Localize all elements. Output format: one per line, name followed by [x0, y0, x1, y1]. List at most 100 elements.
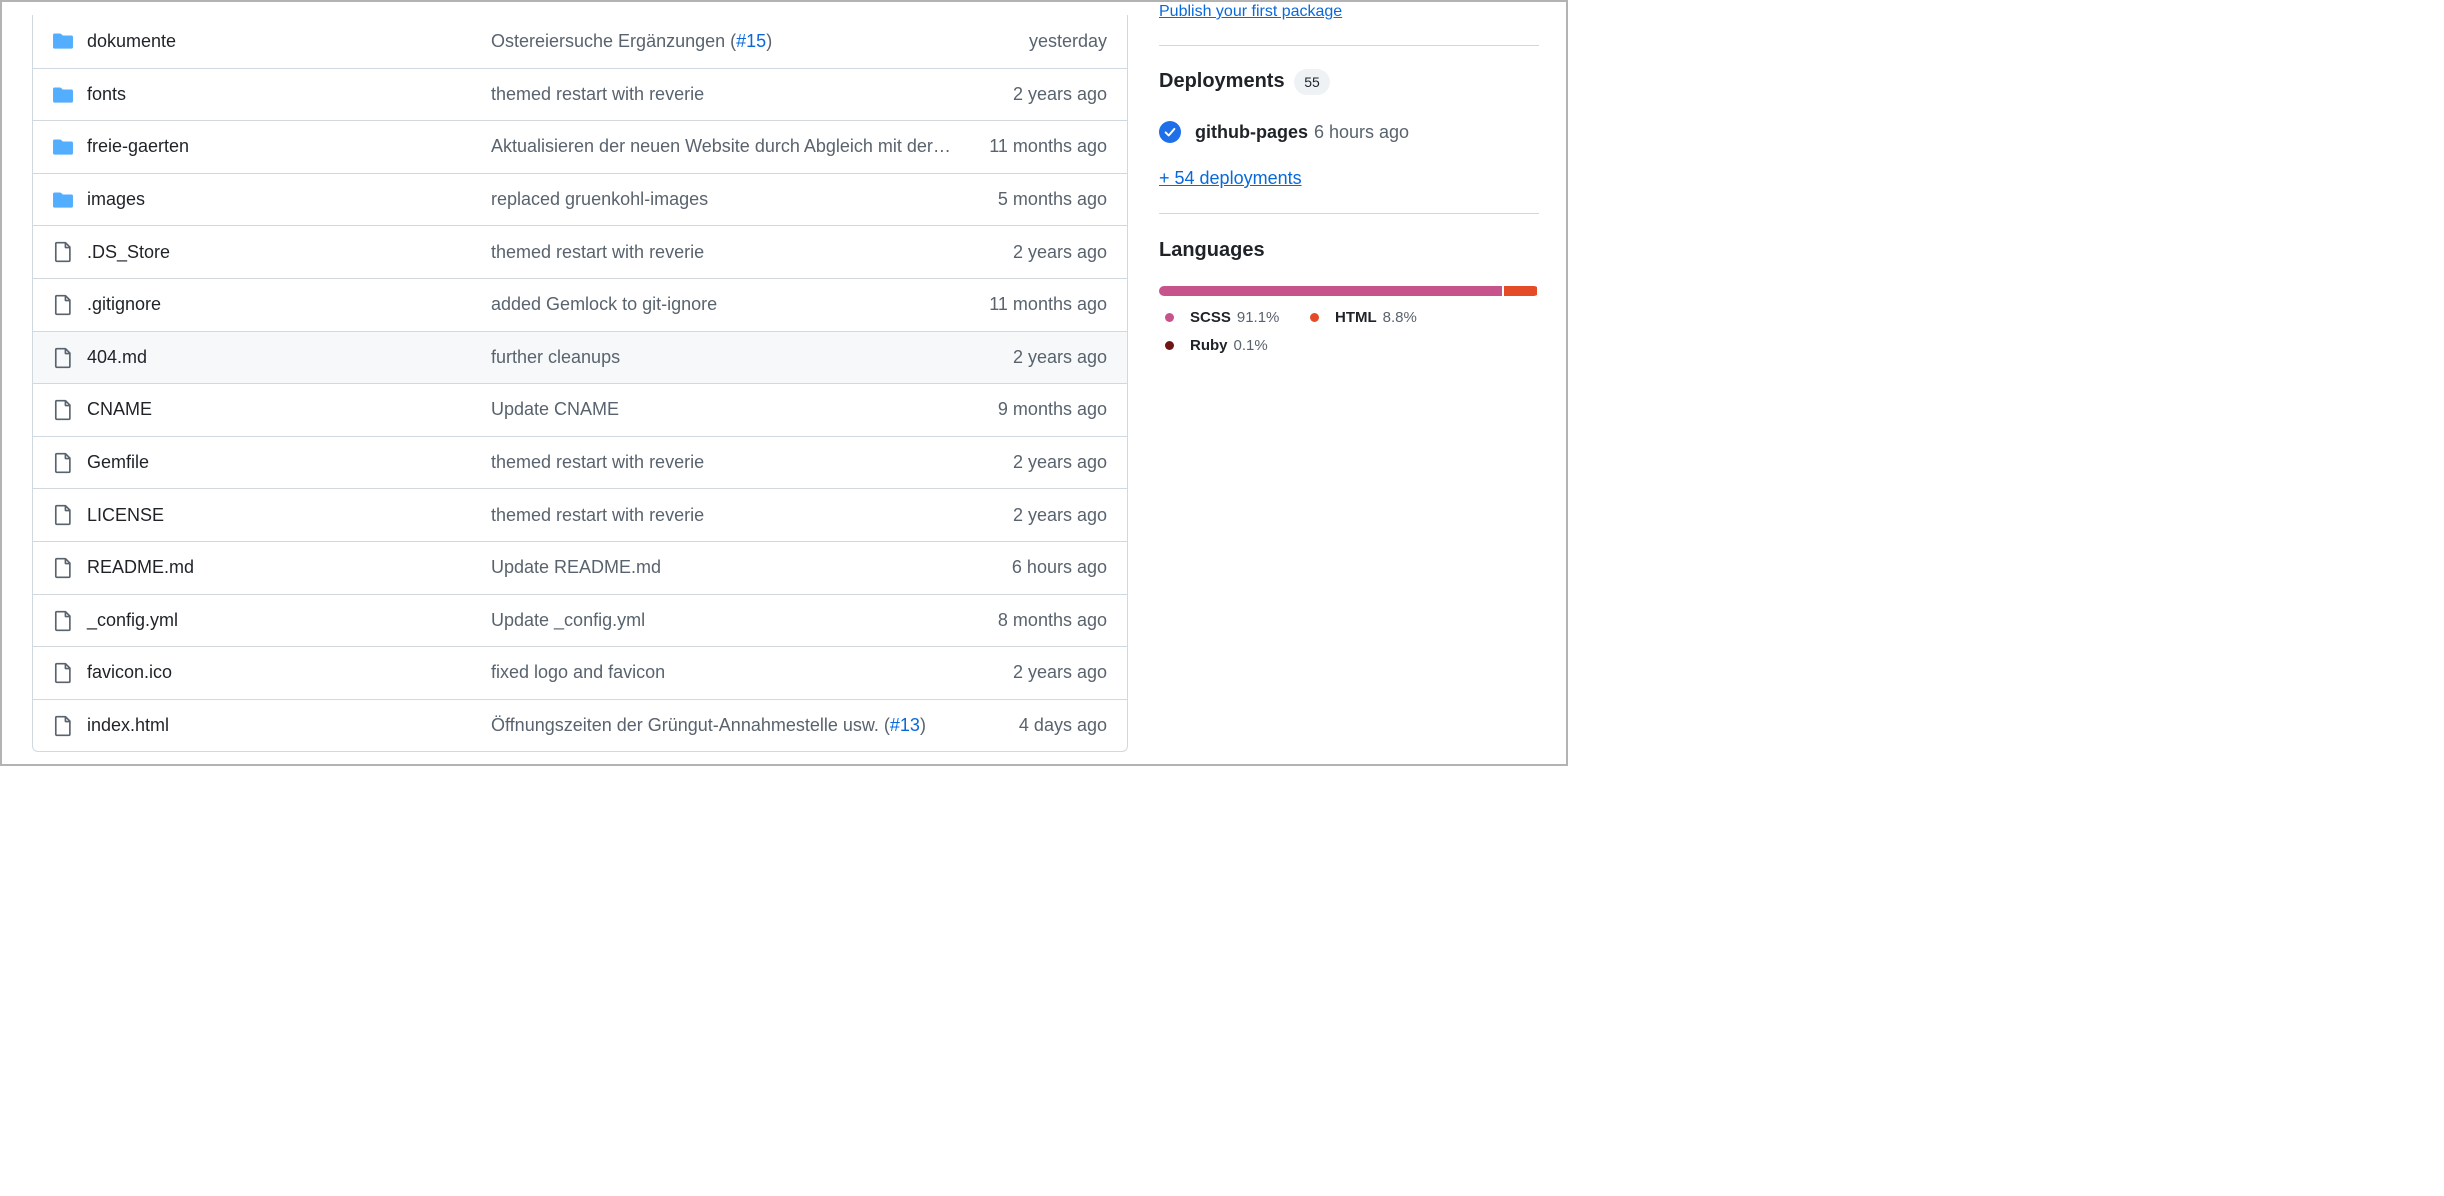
file-row[interactable]: .DS_Store themed restart with reverie 2 ye…	[33, 225, 1127, 278]
file-icon	[52, 399, 74, 421]
commit-message-text: Aktualisieren der neuen Website durch Ab…	[491, 136, 953, 157]
file-row[interactable]: freie-gaerten Aktualisieren der neuen Web…	[33, 120, 1127, 173]
commit-message-link[interactable]: Aktualisieren der neuen Website durch Ab…	[491, 136, 953, 157]
commit-age[interactable]: 9 months ago	[998, 399, 1107, 420]
commit-message-text: themed restart with reverie	[491, 504, 705, 525]
commit-age[interactable]: 8 months ago	[998, 610, 1107, 631]
file-name-link[interactable]: CNAME	[87, 399, 152, 420]
commit-message-link[interactable]: themed restart with reverie	[491, 84, 953, 105]
commit-message-text: replaced gruenkohl-images	[491, 189, 709, 210]
file-name-link[interactable]: index.html	[87, 715, 169, 736]
file-row[interactable]: dokumente Ostereiersuche Ergänzungen (#15…	[33, 15, 1127, 68]
folder-name-link[interactable]: fonts	[87, 84, 126, 105]
commit-age[interactable]: 4 days ago	[1019, 715, 1107, 736]
commit-age[interactable]: yesterday	[1029, 31, 1107, 52]
commit-age[interactable]: 11 months ago	[989, 294, 1107, 315]
folder-icon	[52, 136, 74, 158]
file-name-link[interactable]: README.md	[87, 557, 194, 578]
folder-name-link[interactable]: dokumente	[87, 31, 176, 52]
language-item-html[interactable]: HTML 8.8%	[1310, 309, 1417, 326]
deployment-item[interactable]: github-pages 6 hours ago	[1159, 120, 1409, 144]
divider	[1159, 45, 1539, 46]
scss-color-dot	[1165, 313, 1174, 322]
file-row[interactable]: favicon.ico fixed logo and favicon 2 years…	[33, 646, 1127, 699]
commit-age[interactable]: 6 hours ago	[1012, 557, 1107, 578]
commit-message-text: Update CNAME	[491, 399, 620, 420]
commit-message-text: added Gemlock to git-ignore	[491, 294, 718, 315]
check-circle-icon	[1159, 121, 1181, 143]
file-name-link[interactable]: _config.yml	[87, 610, 178, 631]
commit-age[interactable]: 2 years ago	[1013, 84, 1107, 105]
folder-icon	[52, 189, 74, 211]
commit-age[interactable]: 5 months ago	[998, 189, 1107, 210]
file-row[interactable]: Gemfile themed restart with reverie 2 year…	[33, 435, 1127, 489]
file-name-link[interactable]: .DS_Store	[87, 242, 170, 263]
commit-age[interactable]: 11 months ago	[989, 136, 1107, 157]
file-name-link[interactable]: 404.md	[87, 347, 147, 368]
commit-message-link[interactable]: themed restart with reverie	[491, 452, 953, 473]
file-row[interactable]: LICENSE themed restart with reverie 2 year…	[33, 488, 1127, 541]
commit-message-link[interactable]: replaced gruenkohl-images	[491, 189, 953, 210]
commit-age[interactable]: 2 years ago	[1013, 505, 1107, 526]
commit-message-link[interactable]: Update _config.yml	[491, 610, 953, 631]
folder-name-link[interactable]: images	[87, 189, 145, 210]
deployments-heading[interactable]: Deployments	[1159, 70, 1285, 93]
commit-message-link[interactable]: Update README.md	[491, 557, 953, 578]
language-bar-segment-html[interactable]	[1503, 286, 1537, 296]
commit-message-text: Ostereiersuche Ergänzungen (	[491, 30, 737, 51]
commit-message-text: further cleanups	[491, 346, 621, 367]
file-icon	[52, 347, 74, 369]
commit-message-text: Update _config.yml	[491, 609, 646, 630]
file-row[interactable]: index.html Öffnungszeiten der Grüngut-Ann…	[33, 698, 1127, 751]
language-item-ruby[interactable]: Ruby 0.1%	[1165, 337, 1268, 354]
file-row[interactable]: README.md Update README.md 6 hours ago	[33, 540, 1127, 594]
file-icon	[52, 452, 74, 474]
commit-message-link[interactable]: themed restart with reverie	[491, 505, 953, 526]
language-bar	[1159, 286, 1539, 296]
ruby-color-dot	[1165, 341, 1174, 350]
file-name-link[interactable]: Gemfile	[87, 452, 149, 473]
publish-package-link[interactable]: Publish your first package	[1159, 3, 1342, 21]
pull-request-link[interactable]: #15	[736, 31, 766, 51]
file-row[interactable]: fonts themed restart with reverie 2 years …	[33, 67, 1127, 121]
folder-name-link[interactable]: freie-gaerten	[87, 136, 189, 157]
commit-message-link[interactable]: further cleanups	[491, 347, 953, 368]
folder-icon	[52, 84, 74, 106]
language-item-scss[interactable]: SCSS 91.1%	[1165, 309, 1279, 326]
commit-age[interactable]: 2 years ago	[1013, 242, 1107, 263]
folder-icon	[52, 30, 74, 52]
commit-message-text: themed restart with reverie	[491, 83, 705, 104]
file-row[interactable]: CNAME Update CNAME 9 months ago	[33, 383, 1127, 436]
file-name-link[interactable]: .gitignore	[87, 294, 161, 315]
more-deployments-link[interactable]: + 54 deployments	[1159, 168, 1302, 189]
commit-age[interactable]: 2 years ago	[1013, 662, 1107, 683]
file-row[interactable]: images replaced gruenkohl-images 5 months …	[33, 172, 1127, 226]
commit-age[interactable]: 2 years ago	[1013, 347, 1107, 368]
commit-message-link[interactable]: Öffnungszeiten der Grüngut-Annahmestelle…	[491, 715, 953, 736]
deployment-environment[interactable]: github-pages	[1195, 122, 1308, 143]
commit-message-text: themed restart with reverie	[491, 452, 705, 473]
commit-message-link[interactable]: fixed logo and favicon	[491, 662, 953, 683]
file-name-link[interactable]: LICENSE	[87, 505, 164, 526]
file-row[interactable]: 404.md further cleanups 2 years ago	[33, 330, 1127, 384]
commit-message-text: fixed logo and favicon	[491, 662, 666, 683]
language-bar-segment-scss[interactable]	[1159, 286, 1502, 296]
file-row[interactable]: _config.yml Update _config.yml 8 months ag…	[33, 593, 1127, 647]
deployment-time: 6 hours ago	[1314, 121, 1410, 142]
commit-message-link[interactable]: added Gemlock to git-ignore	[491, 294, 953, 315]
commit-message-link[interactable]: Update CNAME	[491, 399, 953, 420]
file-row[interactable]: .gitignore added Gemlock to git-ignore 11 …	[33, 277, 1127, 331]
deployments-count-badge: 55	[1294, 69, 1330, 95]
file-icon	[52, 557, 74, 579]
commit-message-link[interactable]: Ostereiersuche Ergänzungen (#15)	[491, 31, 953, 52]
file-icon	[52, 504, 74, 526]
language-name: Ruby	[1190, 337, 1228, 354]
commit-message-text: Öffnungszeiten der Grüngut-Annahmestelle…	[491, 715, 890, 736]
file-name-link[interactable]: favicon.ico	[87, 662, 172, 683]
commit-message-suffix: )	[766, 30, 773, 51]
file-icon	[52, 241, 74, 263]
pull-request-link[interactable]: #13	[890, 715, 920, 735]
commit-message-link[interactable]: themed restart with reverie	[491, 242, 953, 263]
commit-age[interactable]: 2 years ago	[1013, 452, 1107, 473]
html-color-dot	[1310, 313, 1319, 322]
